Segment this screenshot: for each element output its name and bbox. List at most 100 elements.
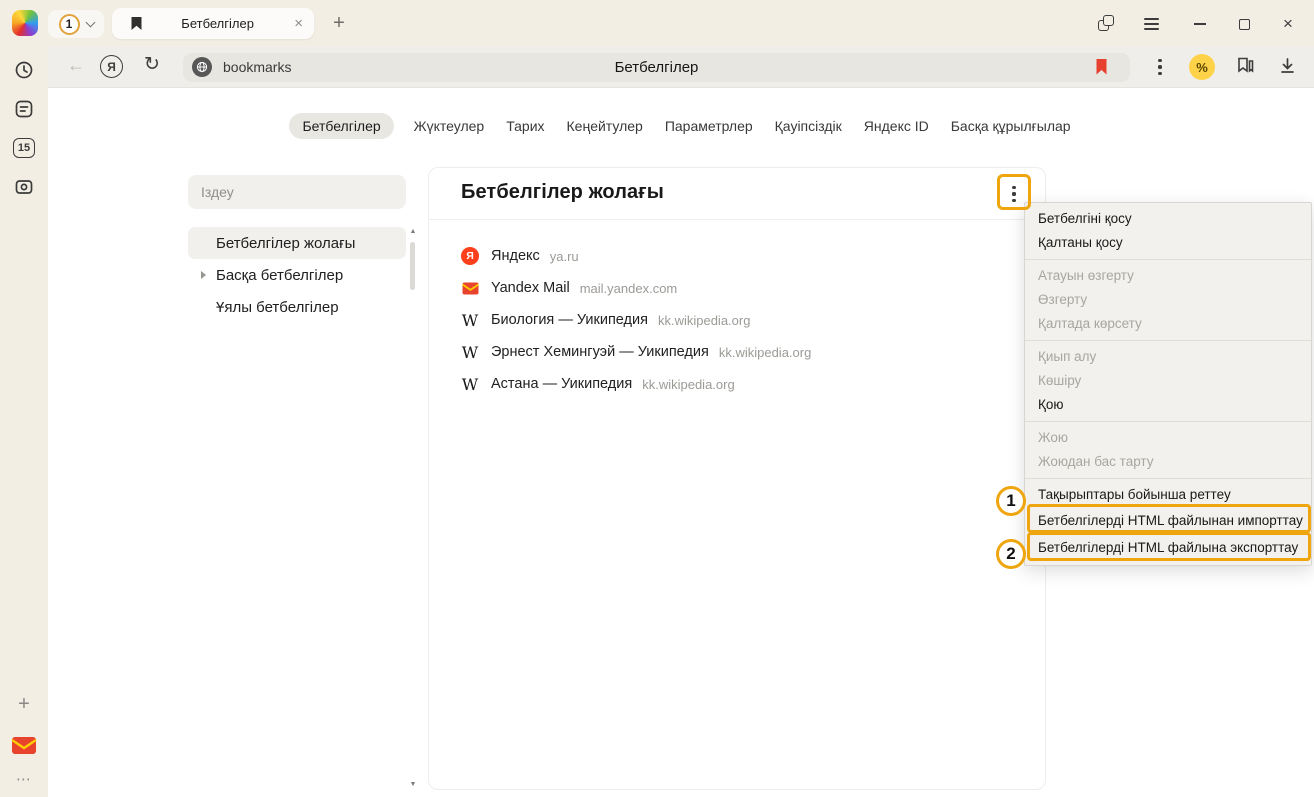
context-menu: Бетбелгіні қосу Қалтаны қосу Атауын өзге… xyxy=(1024,202,1312,566)
mail-favicon xyxy=(461,279,479,297)
browser-window: 1 Бетбелгілер × + × 15 + xyxy=(0,0,1314,797)
menu-item-delete[interactable]: Жою xyxy=(1025,426,1311,450)
nav-tab-yandex-id[interactable]: Яндекс ID xyxy=(862,113,931,139)
tab-counter-button[interactable]: 1 xyxy=(48,10,104,38)
bookmark-row-wikipedia-astana[interactable]: W Астана — Уикипедия kk.wikipedia.org xyxy=(429,368,1045,400)
menu-group-clipboard: Қиып алу Көшіру Қою xyxy=(1025,340,1311,421)
tab-bar: 1 Бетбелгілер × + × xyxy=(0,0,1314,47)
search-input[interactable] xyxy=(188,175,406,209)
address-bar[interactable]: bookmarks Бетбелгілер xyxy=(183,53,1130,82)
nav-tab-settings[interactable]: Параметрлер xyxy=(663,113,755,139)
bookmark-title: Биология — Уикипедия xyxy=(491,312,648,328)
panel-scrollbar[interactable]: ▲ ▼ xyxy=(407,228,419,788)
folder-item-bookmarks-bar[interactable]: Бетбелгілер жолағы xyxy=(188,227,406,259)
tab-panels-icon[interactable] xyxy=(1095,13,1117,35)
chevron-down-icon xyxy=(85,17,95,27)
video-call-icon[interactable] xyxy=(0,175,48,199)
menu-item-paste[interactable]: Қою xyxy=(1025,393,1311,417)
active-tab-title: Бетбелгілер xyxy=(143,16,292,31)
folder-label: Бетбелгілер жолағы xyxy=(216,235,355,252)
folders-panel: Бетбелгілер жолағы Басқа бетбелгілер Ұял… xyxy=(188,167,422,792)
menu-item-add-folder[interactable]: Қалтаны қосу xyxy=(1025,231,1311,255)
bookmark-row-yandex[interactable]: Я Яндекс ya.ru xyxy=(429,240,1045,272)
tabs-count-badge: 15 xyxy=(13,138,35,158)
bookmark-url: kk.wikipedia.org xyxy=(658,313,751,328)
scroll-up-icon[interactable]: ▲ xyxy=(407,228,419,235)
bookmark-url: kk.wikipedia.org xyxy=(719,345,812,360)
card-header: Бетбелгілер жолағы xyxy=(429,168,1045,220)
menu-group-edit: Атауын өзгерту Өзгерту Қалтада көрсету xyxy=(1025,259,1311,340)
scrollbar-thumb[interactable] xyxy=(410,242,415,290)
menu-item-sort-by-title[interactable]: Тақырыптары бойынша реттеу xyxy=(1025,483,1311,507)
scroll-down-icon[interactable]: ▼ xyxy=(407,781,419,788)
nav-tab-other-devices[interactable]: Басқа құрылғылар xyxy=(949,113,1073,139)
bookmark-row-wikipedia-hemingway[interactable]: W Эрнест Хемингуэй — Уикипедия kk.wikipe… xyxy=(429,336,1045,368)
nav-tab-downloads[interactable]: Жүктеулер xyxy=(412,113,487,139)
reload-button[interactable]: ↻ xyxy=(140,53,164,76)
feed-icon[interactable] xyxy=(0,97,48,121)
nav-tab-extensions[interactable]: Кеңейтулер xyxy=(565,113,645,139)
menu-item-cut[interactable]: Қиып алу xyxy=(1025,345,1311,369)
folder-label: Басқа бетбелгілер xyxy=(216,267,343,284)
menu-item-add-bookmark[interactable]: Бетбелгіні қосу xyxy=(1025,207,1311,231)
active-tab[interactable]: Бетбелгілер × xyxy=(112,8,314,39)
front-square xyxy=(1103,15,1114,26)
close-window-button[interactable]: × xyxy=(1277,13,1299,35)
wikipedia-favicon: W xyxy=(461,343,479,361)
bookmark-title: Яндекс xyxy=(491,248,540,264)
bookmarks-card: Бетбелгілер жолағы Я Яндекс ya.ru Yandex… xyxy=(428,167,1046,790)
page-title: Бетбелгілер жолағы xyxy=(461,181,664,204)
bookmark-row-yandex-mail[interactable]: Yandex Mail mail.yandex.com xyxy=(429,272,1045,304)
minimize-button[interactable] xyxy=(1189,13,1211,35)
settings-nav: Бетбелгілер Жүктеулер Тарих Кеңейтулер П… xyxy=(48,111,1314,140)
menu-group-tools: Тақырыптары бойынша реттеу Бетбелгілерді… xyxy=(1025,478,1311,565)
bookmarks-favicon-icon xyxy=(130,16,143,31)
folder-item-mobile-bookmarks[interactable]: Ұялы бетбелгілер xyxy=(188,291,406,323)
wikipedia-favicon: W xyxy=(461,311,479,329)
menu-item-edit[interactable]: Өзгерту xyxy=(1025,288,1311,312)
nav-tab-bookmarks[interactable]: Бетбелгілер xyxy=(289,113,393,139)
maximize-button[interactable] xyxy=(1233,13,1255,35)
maximize-icon xyxy=(1239,19,1250,30)
bookmark-flag-icon[interactable] xyxy=(1095,58,1108,76)
yandex-favicon: Я xyxy=(461,247,479,265)
tab-count-badge: 1 xyxy=(59,14,80,35)
menu-item-export-html[interactable]: Бетбелгілерді HTML файлына экспорттау xyxy=(1025,534,1311,561)
history-icon[interactable] xyxy=(0,58,48,82)
tab-close-icon[interactable]: × xyxy=(292,14,305,33)
menu-item-import-html[interactable]: Бетбелгілерді HTML файлынан импорттау xyxy=(1025,507,1311,534)
menu-item-rename[interactable]: Атауын өзгерту xyxy=(1025,264,1311,288)
menu-group-delete: Жою Жоюдан бас тарту xyxy=(1025,421,1311,478)
wikipedia-favicon: W xyxy=(461,375,479,393)
menu-item-undo-delete[interactable]: Жоюдан бас тарту xyxy=(1025,450,1311,474)
bookmark-row-wikipedia-biology[interactable]: W Биология — Уикипедия kk.wikipedia.org xyxy=(429,304,1045,336)
new-tab-button[interactable]: + xyxy=(325,9,353,37)
rail-more-icon[interactable]: ⋯ xyxy=(0,769,48,789)
browser-menu-icon[interactable] xyxy=(1140,13,1162,35)
bookmark-url: kk.wikipedia.org xyxy=(642,377,735,392)
menu-item-copy[interactable]: Көшіру xyxy=(1025,369,1311,393)
bookmark-title: Астана — Уикипедия xyxy=(491,376,632,392)
address-page-title: Бетбелгілер xyxy=(183,53,1130,82)
yandex-mail-icon[interactable] xyxy=(0,731,48,759)
browser-logo-icon[interactable] xyxy=(12,10,38,36)
back-button[interactable]: ← xyxy=(64,55,88,76)
browser-toolbar: ← Я ↻ bookmarks Бетбелгілер % xyxy=(48,47,1314,88)
rail-add-button[interactable]: + xyxy=(0,692,48,716)
folder-item-other-bookmarks[interactable]: Басқа бетбелгілер xyxy=(188,259,406,291)
tabs-count-button[interactable]: 15 xyxy=(0,136,48,160)
side-rail: 15 + ⋯ xyxy=(0,47,48,797)
nav-tab-history[interactable]: Тарих xyxy=(504,113,546,139)
bookmark-title: Yandex Mail xyxy=(491,280,570,296)
yandex-button[interactable]: Я xyxy=(100,55,123,78)
offers-button[interactable]: % xyxy=(1189,54,1215,80)
collections-icon[interactable] xyxy=(1236,56,1255,80)
expand-chevron-icon[interactable] xyxy=(201,271,206,279)
menu-group-add: Бетбелгіні қосу Қалтаны қосу xyxy=(1025,203,1311,259)
menu-item-show-in-folder[interactable]: Қалтада көрсету xyxy=(1025,312,1311,336)
folder-label: Ұялы бетбелгілер xyxy=(216,299,339,316)
nav-tab-security[interactable]: Қауіпсіздік xyxy=(773,113,844,139)
smartbox-more-icon[interactable] xyxy=(1148,56,1172,78)
downloads-icon[interactable] xyxy=(1278,56,1297,80)
bookmark-url: ya.ru xyxy=(550,249,579,264)
